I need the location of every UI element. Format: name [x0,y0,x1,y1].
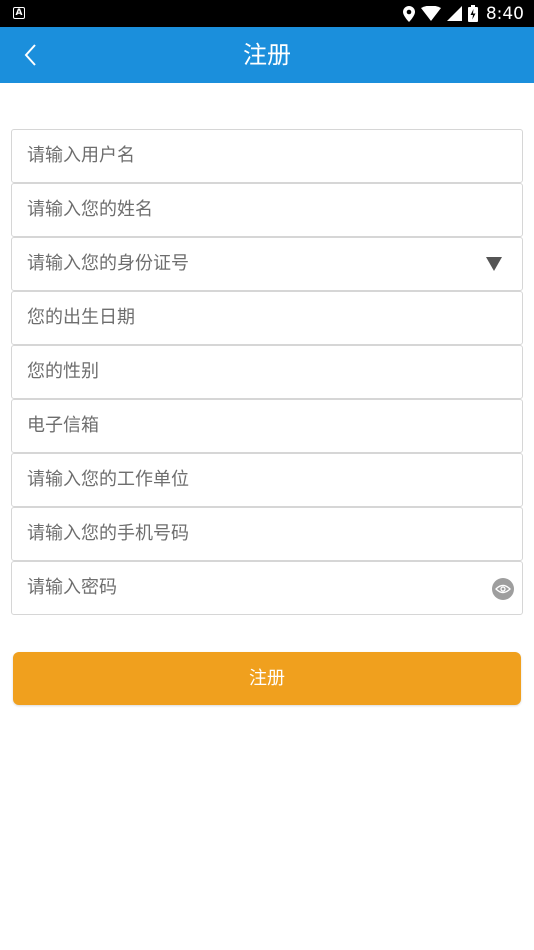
gender-field[interactable]: 您的性别 [11,345,523,399]
phone-placeholder: 请输入您的手机号码 [27,523,189,544]
wifi-icon [420,6,441,21]
work-unit-placeholder: 请输入您的工作单位 [27,469,189,490]
page-title: 注册 [243,41,291,69]
email-field[interactable]: 电子信箱 [11,399,523,453]
password-field[interactable]: 请输入密码 [11,561,523,615]
signal-icon [446,6,462,21]
email-placeholder: 电子信箱 [27,415,99,436]
password-placeholder: 请输入密码 [27,577,117,598]
id-number-placeholder: 请输入您的身份证号 [27,253,189,274]
username-field[interactable]: 请输入用户名 [11,129,523,183]
dropdown-arrow-icon[interactable] [486,257,502,271]
notification-icon: A [13,7,25,19]
username-placeholder: 请输入用户名 [27,145,135,166]
phone-field[interactable]: 请输入您的手机号码 [11,507,523,561]
status-icons: 8:40 [397,0,524,27]
battery-icon [467,5,478,22]
register-button[interactable]: 注册 [13,652,521,705]
password-visibility-toggle[interactable] [492,578,514,600]
birth-date-field[interactable]: 您的出生日期 [11,291,523,345]
id-number-field[interactable]: 请输入您的身份证号 [11,237,523,291]
name-placeholder: 请输入您的姓名 [27,199,153,220]
name-field[interactable]: 请输入您的姓名 [11,183,523,237]
status-bar: A 8:40 [0,0,534,27]
status-time: 8:40 [485,3,524,24]
back-button[interactable] [10,35,50,75]
chevron-left-icon [24,44,36,66]
eye-icon [495,584,511,594]
location-icon [402,5,415,22]
birth-date-placeholder: 您的出生日期 [27,307,135,328]
work-unit-field[interactable]: 请输入您的工作单位 [11,453,523,507]
app-bar: 注册 [0,27,534,83]
gender-placeholder: 您的性别 [27,361,99,382]
registration-form: 请输入用户名 请输入您的姓名 请输入您的身份证号 您的出生日期 您的性别 电子信… [11,129,523,615]
